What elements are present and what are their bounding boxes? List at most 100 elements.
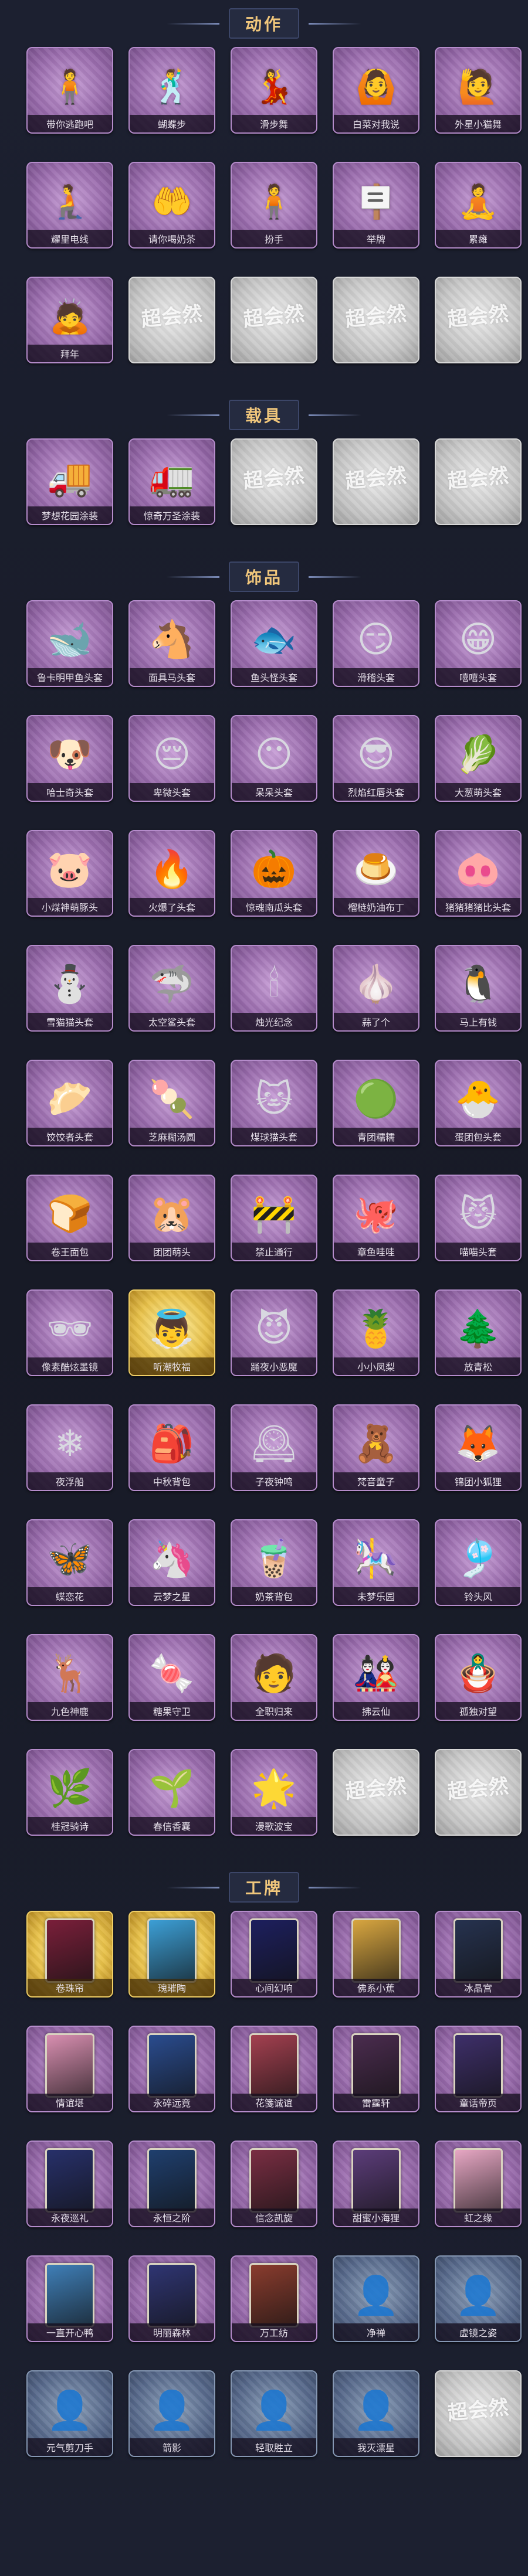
item-card[interactable]: 🙇 拜年 <box>26 277 113 375</box>
locked-item-card[interactable]: 超会然 <box>128 277 215 375</box>
item-card[interactable]: 🦋 蝶恋花 <box>26 1519 113 1618</box>
item-card[interactable]: 🔥 火爆了头套 <box>128 830 215 928</box>
item-card[interactable]: 🧍 扮手 <box>231 162 317 260</box>
item-card[interactable]: 🙆 白菜对我说 <box>333 47 419 145</box>
item-card[interactable]: 🐴 面具马头套 <box>128 600 215 699</box>
item-card[interactable]: 👼 听潮牧福 <box>128 1289 215 1388</box>
item-card[interactable]: 🐹 团团萌头 <box>128 1175 215 1273</box>
item-card[interactable]: 🎐 铃头风 <box>435 1519 522 1618</box>
item-card[interactable]: 卷珠帘 <box>26 1911 113 2009</box>
locked-item-card[interactable]: 超会然 <box>333 1749 419 1847</box>
item-card[interactable]: 👤 虚镜之姿 <box>435 2255 522 2354</box>
item-card[interactable]: 🧸 梵音童子 <box>333 1404 419 1503</box>
item-card[interactable]: 信念凯旋 <box>231 2141 317 2239</box>
item-card[interactable]: 🌟 漫歌波宝 <box>231 1749 317 1847</box>
item-card[interactable]: 🦈 太空鲨头套 <box>128 945 215 1043</box>
item-card[interactable]: 永夜巡礼 <box>26 2141 113 2239</box>
item-card[interactable]: 🙋 外星小猫舞 <box>435 47 522 145</box>
item-card[interactable]: 🌲 放青松 <box>435 1289 522 1388</box>
item-card[interactable]: 😎 烈焰红唇头套 <box>333 715 419 814</box>
item-card[interactable]: 🕯 烛光纪念 <box>231 945 317 1043</box>
item-card[interactable]: 🐷 小煤神萌豚头 <box>26 830 113 928</box>
item-card[interactable]: 🧄 蒜了个 <box>333 945 419 1043</box>
item-card[interactable]: 情谊堪 <box>26 2026 113 2124</box>
locked-item-card[interactable]: 超会然 <box>231 277 317 375</box>
item-card[interactable]: 🥟 饺饺者头套 <box>26 1060 113 1158</box>
locked-item-card[interactable]: 超会然 <box>231 438 317 537</box>
item-card[interactable]: 🥬 大葱萌头套 <box>435 715 522 814</box>
locked-item-card[interactable]: 超会然 <box>333 438 419 537</box>
item-card[interactable]: 永碎远竟 <box>128 2026 215 2124</box>
item-card[interactable]: 🧍 带你逃跑吧 <box>26 47 113 145</box>
item-card[interactable]: 🌱 春信香囊 <box>128 1749 215 1847</box>
item-card[interactable]: 瑰璀陶 <box>128 1911 215 2009</box>
item-card[interactable]: 💃 滑步舞 <box>231 47 317 145</box>
item-card[interactable]: 😔 卑微头套 <box>128 715 215 814</box>
item-card[interactable]: 🐟 鱼头怪头套 <box>231 600 317 699</box>
item-card[interactable]: 甜蜜小海狸 <box>333 2141 419 2239</box>
item-card[interactable]: 明丽森林 <box>128 2255 215 2354</box>
item-card[interactable]: 🚧 禁止通行 <box>231 1175 317 1273</box>
item-card[interactable]: 🧎 耀里电线 <box>26 162 113 260</box>
item-card[interactable]: 🧘 累瘫 <box>435 162 522 260</box>
locked-item-card[interactable]: 超会然 <box>435 2370 522 2469</box>
item-card[interactable]: 雷霆轩 <box>333 2026 419 2124</box>
item-card[interactable]: 🤲 请你喝奶茶 <box>128 162 215 260</box>
item-card[interactable]: 👤 轻取胜立 <box>231 2370 317 2469</box>
locked-item-card[interactable]: 超会然 <box>435 1749 522 1847</box>
item-card[interactable]: 佛系小蕉 <box>333 1911 419 2009</box>
item-card[interactable]: 🕺 蝴蝶步 <box>128 47 215 145</box>
item-card[interactable]: 🟢 青团糯糯 <box>333 1060 419 1158</box>
locked-item-card[interactable]: 超会然 <box>333 277 419 375</box>
item-card[interactable]: 🐙 章鱼哇哇 <box>333 1175 419 1273</box>
item-card[interactable]: 👤 我灭漂星 <box>333 2370 419 2469</box>
item-card[interactable]: 🐧 马上有钱 <box>435 945 522 1043</box>
item-card[interactable]: 万工纺 <box>231 2255 317 2354</box>
item-card[interactable]: 🐣 蛋团包头套 <box>435 1060 522 1158</box>
item-card[interactable]: 🐶 哈士奇头套 <box>26 715 113 814</box>
item-card[interactable]: 😶 呆呆头套 <box>231 715 317 814</box>
item-card[interactable]: 🍍 小小凤梨 <box>333 1289 419 1388</box>
item-card[interactable]: 🎒 中秋背包 <box>128 1404 215 1503</box>
item-card[interactable]: 🌿 桂冠骑诗 <box>26 1749 113 1847</box>
item-card[interactable]: 😼 喵喵头套 <box>435 1175 522 1273</box>
item-card[interactable]: 心间幻响 <box>231 1911 317 2009</box>
item-card[interactable]: 🎎 拂云仙 <box>333 1634 419 1733</box>
item-card[interactable]: 👤 箭影 <box>128 2370 215 2469</box>
item-card[interactable]: 🚚 梦想花园涂装 <box>26 438 113 537</box>
item-card[interactable]: 一直开心鸭 <box>26 2255 113 2354</box>
item-card[interactable]: 🕶 像素酷炫墨镜 <box>26 1289 113 1388</box>
item-card[interactable]: ⛄ 雪猫猫头套 <box>26 945 113 1043</box>
item-card[interactable]: 虹之缘 <box>435 2141 522 2239</box>
item-card[interactable]: 🐋 鲁卡明甲鱼头套 <box>26 600 113 699</box>
item-card[interactable]: 永恒之阶 <box>128 2141 215 2239</box>
item-card[interactable]: 🍞 卷王面包 <box>26 1175 113 1273</box>
item-card[interactable]: 🚛 惊奇万圣涂装 <box>128 438 215 537</box>
item-card[interactable]: 冰晶宫 <box>435 1911 522 2009</box>
item-card[interactable]: 🍮 榴梿奶油布丁 <box>333 830 419 928</box>
item-card[interactable]: 🐽 猪猪猪猪比头套 <box>435 830 522 928</box>
item-card[interactable]: 😁 嘻嘻头套 <box>435 600 522 699</box>
item-card[interactable]: 🪧 举牌 <box>333 162 419 260</box>
locked-item-card[interactable]: 超会然 <box>435 277 522 375</box>
item-card[interactable]: 🐱 煤球猫头套 <box>231 1060 317 1158</box>
item-card[interactable]: 🎃 惊魂南瓜头套 <box>231 830 317 928</box>
item-card[interactable]: 👤 净禅 <box>333 2255 419 2354</box>
item-card[interactable]: 🧑 全职归来 <box>231 1634 317 1733</box>
item-card[interactable]: 🦊 锦团小狐狸 <box>435 1404 522 1503</box>
item-card[interactable]: 🦌 九色神鹿 <box>26 1634 113 1733</box>
locked-item-card[interactable]: 超会然 <box>435 438 522 537</box>
item-card[interactable]: 🕰 子夜钟鸣 <box>231 1404 317 1503</box>
item-card[interactable]: 🎠 未梦乐园 <box>333 1519 419 1618</box>
item-card[interactable]: 😈 踊夜小恶魔 <box>231 1289 317 1388</box>
item-card[interactable]: 👤 元气剪刀手 <box>26 2370 113 2469</box>
item-card[interactable]: 花箋诚谊 <box>231 2026 317 2124</box>
item-card[interactable]: ❄ 夜浮船 <box>26 1404 113 1503</box>
item-card[interactable]: 🍡 芝麻糊汤圆 <box>128 1060 215 1158</box>
item-card[interactable]: 😏 滑稽头套 <box>333 600 419 699</box>
item-card[interactable]: 🦄 云梦之星 <box>128 1519 215 1618</box>
item-card[interactable]: 🧋 奶茶背包 <box>231 1519 317 1618</box>
item-card[interactable]: 🪆 孤独对望 <box>435 1634 522 1733</box>
item-card[interactable]: 童话帝页 <box>435 2026 522 2124</box>
item-card[interactable]: 🍬 糖果守卫 <box>128 1634 215 1733</box>
